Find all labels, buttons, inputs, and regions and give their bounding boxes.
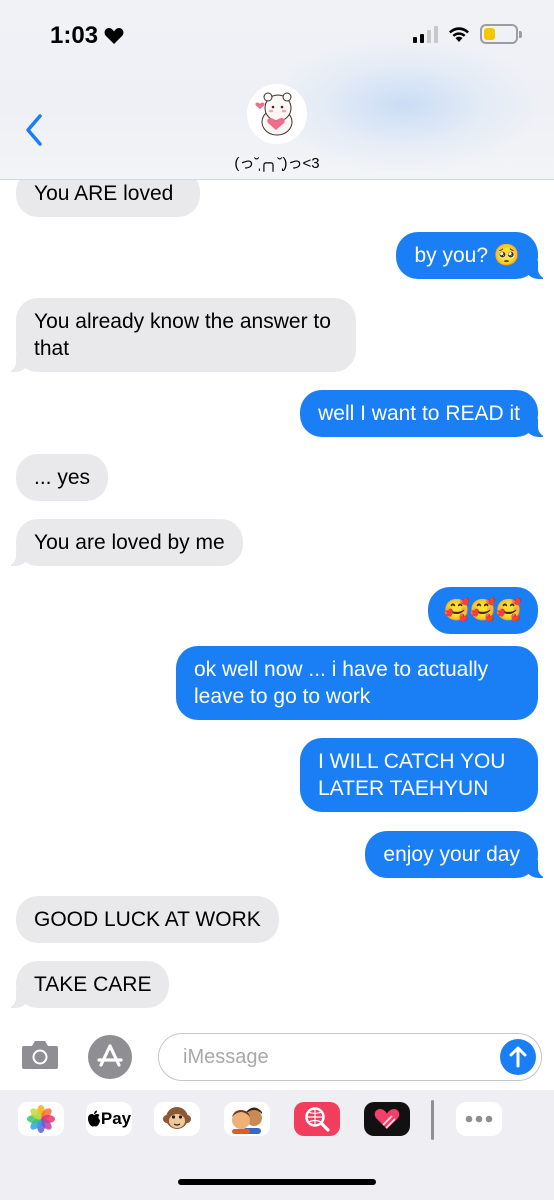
send-button[interactable] <box>500 1039 536 1075</box>
apple-pay-icon <box>87 1110 100 1127</box>
message-bubble-outgoing[interactable]: 🥰🥰🥰 <box>427 587 538 634</box>
drawer-divider <box>431 1100 434 1140</box>
compose-bar: iMessage <box>0 1025 554 1090</box>
status-time: 1:03 <box>50 22 124 50</box>
more-apps-icon <box>465 1115 493 1123</box>
home-indicator[interactable] <box>178 1179 376 1185</box>
message-bubble-incoming[interactable]: GOOD LUCK AT WORK <box>16 896 279 943</box>
message-bubble-incoming[interactable]: You ARE loved <box>16 180 200 217</box>
message-input-placeholder: iMessage <box>183 1046 269 1068</box>
camera-button[interactable] <box>20 1037 60 1073</box>
memoji-group-icon <box>232 1107 262 1134</box>
message-bubble-outgoing[interactable]: by you? 🥺 <box>396 232 548 279</box>
message-bubble-outgoing[interactable]: I WILL CATCH YOU LATER TAEHYUN <box>300 738 538 812</box>
message-input[interactable]: iMessage <box>158 1033 542 1081</box>
monkey-memoji-button[interactable] <box>154 1102 200 1136</box>
more-apps-button[interactable] <box>456 1102 502 1136</box>
message-list[interactable]: You ARE loved by you? 🥺 You already know… <box>0 180 554 1025</box>
app-drawer: Pay <box>0 1090 554 1200</box>
digital-touch-button[interactable] <box>364 1102 410 1136</box>
monkey-memoji-icon <box>163 1107 191 1129</box>
web-search-icon <box>305 1107 330 1132</box>
message-bubble-incoming[interactable]: ... yes <box>16 454 109 501</box>
apple-pay-button[interactable]: Pay <box>86 1102 132 1136</box>
photos-icon <box>27 1105 55 1133</box>
app-store-icon <box>97 1044 123 1067</box>
message-bubble-incoming[interactable]: You already know the answer to that <box>6 298 356 372</box>
digital-touch-heart-icon <box>374 1109 400 1129</box>
message-bubble-incoming[interactable]: You are loved by me <box>6 519 243 566</box>
battery-icon <box>480 24 522 44</box>
wifi-icon <box>449 26 469 42</box>
message-bubble-outgoing[interactable]: well I want to READ it <box>300 390 548 437</box>
camera-icon <box>22 1041 58 1069</box>
arrow-up-icon <box>509 1046 527 1068</box>
message-bubble-outgoing[interactable]: ok well now ... i have to actually leave… <box>176 646 538 720</box>
chevron-left-icon <box>26 114 42 146</box>
status-bar: 1:03 <box>0 0 554 70</box>
back-button[interactable] <box>20 112 50 148</box>
photos-app-button[interactable] <box>18 1102 64 1136</box>
heart-icon <box>104 28 124 44</box>
contact-name[interactable]: (っ˘̩╭╮˘̩)っ<3 <box>0 152 554 173</box>
contact-avatar[interactable] <box>247 84 307 144</box>
message-bubble-incoming[interactable]: TAKE CARE <box>5 961 170 1008</box>
cellular-signal-icon <box>413 25 438 43</box>
battery-level <box>484 28 496 40</box>
bear-holding-heart-icon <box>255 92 293 136</box>
status-icons <box>413 24 522 44</box>
app-store-button[interactable] <box>88 1035 132 1079</box>
web-search-button[interactable] <box>294 1102 340 1136</box>
memoji-button[interactable] <box>224 1102 270 1136</box>
message-bubble-outgoing[interactable]: enjoy your day <box>365 831 548 878</box>
apple-pay-label: Pay <box>100 1109 132 1128</box>
